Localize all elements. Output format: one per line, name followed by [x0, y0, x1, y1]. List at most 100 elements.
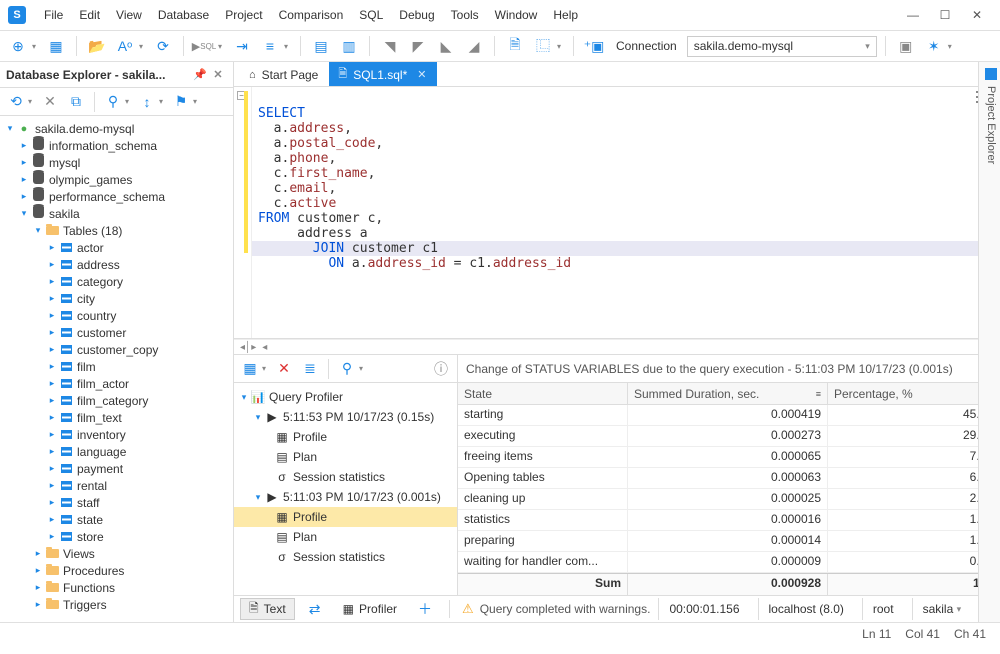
window-maximize-icon[interactable]: ☐ — [938, 8, 952, 22]
open-icon[interactable]: 📂 — [85, 34, 109, 58]
bookmark-icon[interactable]: ◥ — [378, 34, 402, 58]
menu-sql[interactable]: SQL — [351, 8, 391, 22]
profiler-item[interactable]: Session statistics — [293, 470, 385, 484]
db-gray-icon[interactable]: ▣ — [894, 34, 918, 58]
debug-step-icon[interactable]: ⇥ — [230, 34, 254, 58]
font-size-icon[interactable]: Aᵒ — [113, 34, 137, 58]
pin-icon[interactable]: 📌 — [191, 68, 209, 81]
profiler-info-icon[interactable]: ⓘ — [429, 357, 453, 381]
profiler-run[interactable]: 5:11:53 PM 10/17/23 (0.15s) — [283, 410, 434, 424]
new-connection-icon[interactable]: ⊕ — [6, 34, 30, 58]
profiler-list-icon[interactable]: ≣ — [298, 357, 322, 381]
collapse-icon[interactable]: ⟲ — [4, 90, 28, 114]
tree-folder[interactable]: Views — [63, 547, 95, 561]
menu-view[interactable]: View — [108, 8, 150, 22]
tree-table[interactable]: film_category — [77, 394, 148, 408]
tree-table[interactable]: film — [77, 360, 96, 374]
next-bookmark-icon[interactable]: ◣ — [434, 34, 458, 58]
tab-start-page[interactable]: ⌂Start Page — [240, 62, 329, 86]
swap-icon[interactable]: ⇄ — [303, 597, 327, 621]
menu-project[interactable]: Project — [217, 8, 270, 22]
uncomment-icon[interactable]: ▥ — [337, 34, 361, 58]
tree-table[interactable]: payment — [77, 462, 123, 476]
project-explorer-rail[interactable]: Project Explorer — [978, 62, 1000, 622]
close-panel-icon[interactable]: ✕ — [209, 68, 227, 81]
list-icon[interactable]: ≡ — [258, 34, 282, 58]
close-tab-icon[interactable]: ✕ — [417, 68, 426, 81]
menu-comparison[interactable]: Comparison — [271, 8, 352, 22]
window-minimize-icon[interactable]: — — [906, 8, 920, 22]
tree-folder[interactable]: Functions — [63, 581, 115, 595]
col-state[interactable]: State — [458, 383, 628, 404]
sql-editor[interactable]: − SELECT a.address, a.postal_code, a.pho… — [234, 87, 1000, 339]
grid-row[interactable]: cleaning up0.0000252.69 — [458, 489, 1000, 510]
editor-splitter[interactable]: ◂│▸◂▸ — [234, 339, 1000, 354]
tree-table[interactable]: country — [77, 309, 116, 323]
profiler-root[interactable]: Query Profiler — [269, 390, 343, 404]
db-tree[interactable]: ▾●sakila.demo-mysql ▸information_schema … — [0, 116, 233, 622]
profiler-delete-icon[interactable]: ✕ — [272, 357, 296, 381]
page-icon[interactable]: 🗎 — [503, 34, 527, 58]
menu-debug[interactable]: Debug — [391, 8, 442, 22]
tree-folder[interactable]: Triggers — [63, 598, 107, 612]
grid-row[interactable]: Opening tables0.0000636.79 — [458, 468, 1000, 489]
flag-icon[interactable]: ⚑ — [169, 90, 193, 114]
grid-row[interactable]: waiting for handler com...0.0000090.97 — [458, 552, 1000, 573]
profiler-item-selected[interactable]: Profile — [293, 510, 327, 524]
tree-db[interactable]: performance_schema — [49, 190, 165, 204]
profiler-item[interactable]: Plan — [293, 530, 317, 544]
filter-icon[interactable]: ⚲ — [101, 90, 125, 114]
grid-row[interactable]: statistics0.0000161.72 — [458, 510, 1000, 531]
menu-database[interactable]: Database — [150, 8, 217, 22]
tree-table[interactable]: customer — [77, 326, 126, 340]
tree-table[interactable]: customer_copy — [77, 343, 158, 357]
delete-icon[interactable]: ✕ — [38, 90, 62, 114]
tree-table[interactable]: city — [77, 292, 95, 306]
execute-sql-icon[interactable]: ▶SQL — [192, 34, 216, 58]
profiler-item[interactable]: Session statistics — [293, 550, 385, 564]
refresh-icon[interactable]: ⟳ — [151, 34, 175, 58]
col-percentage[interactable]: Percentage, % — [828, 383, 1000, 404]
new-sql-icon[interactable]: ▦ — [44, 34, 68, 58]
profiler-run[interactable]: 5:11:03 PM 10/17/23 (0.001s) — [283, 490, 441, 504]
profiler-item[interactable]: Plan — [293, 450, 317, 464]
copy-icon[interactable]: ⧉ — [64, 90, 88, 114]
tree-table[interactable]: category — [77, 275, 123, 289]
tree-db[interactable]: information_schema — [49, 139, 157, 153]
profiler-settings-icon[interactable]: ⚲ — [335, 357, 359, 381]
tree-table[interactable]: film_text — [77, 411, 122, 425]
window-close-icon[interactable]: ✕ — [970, 8, 984, 22]
tree-table[interactable]: actor — [77, 241, 104, 255]
bottom-tab-text[interactable]: 🗎Text — [240, 598, 295, 620]
menu-help[interactable]: Help — [545, 8, 586, 22]
tree-db[interactable]: olympic_games — [49, 173, 132, 187]
tree-db[interactable]: mysql — [49, 156, 80, 170]
tree-db-active[interactable]: sakila — [49, 207, 80, 221]
menu-edit[interactable]: Edit — [71, 8, 108, 22]
tree-table[interactable]: language — [77, 445, 126, 459]
tree-folder[interactable]: Procedures — [63, 564, 124, 578]
prev-bookmark-icon[interactable]: ◤ — [406, 34, 430, 58]
comment-icon[interactable]: ▤ — [309, 34, 333, 58]
menu-file[interactable]: File — [36, 8, 71, 22]
grid-body[interactable]: starting0.00041945.15executing0.00027329… — [458, 405, 1000, 573]
add-db-icon[interactable]: ⁺▣ — [582, 34, 606, 58]
menu-window[interactable]: Window — [487, 8, 546, 22]
profiler-item[interactable]: Profile — [293, 430, 327, 444]
grid-row[interactable]: executing0.00027329.42 — [458, 426, 1000, 447]
tree-table[interactable]: store — [77, 530, 104, 544]
menu-tools[interactable]: Tools — [443, 8, 487, 22]
connection-select[interactable]: sakila.demo-mysql▾ — [687, 36, 877, 57]
col-duration[interactable]: Summed Duration, sec.≡ — [628, 383, 828, 404]
tree-table[interactable]: staff — [77, 496, 99, 510]
diagram-icon[interactable]: ⿺ — [531, 34, 555, 58]
tab-sql-file[interactable]: 🗎SQL1.sql*✕ — [329, 62, 437, 86]
bottom-tab-profiler[interactable]: ▦Profiler — [335, 598, 405, 620]
tree-table[interactable]: address — [77, 258, 120, 272]
grid-row[interactable]: starting0.00041945.15 — [458, 405, 1000, 426]
db-action-icon[interactable]: ✶ — [922, 34, 946, 58]
tree-server[interactable]: sakila.demo-mysql — [35, 122, 134, 136]
tree-tables[interactable]: Tables (18) — [63, 224, 122, 238]
tree-table[interactable]: rental — [77, 479, 107, 493]
tree-table[interactable]: state — [77, 513, 103, 527]
